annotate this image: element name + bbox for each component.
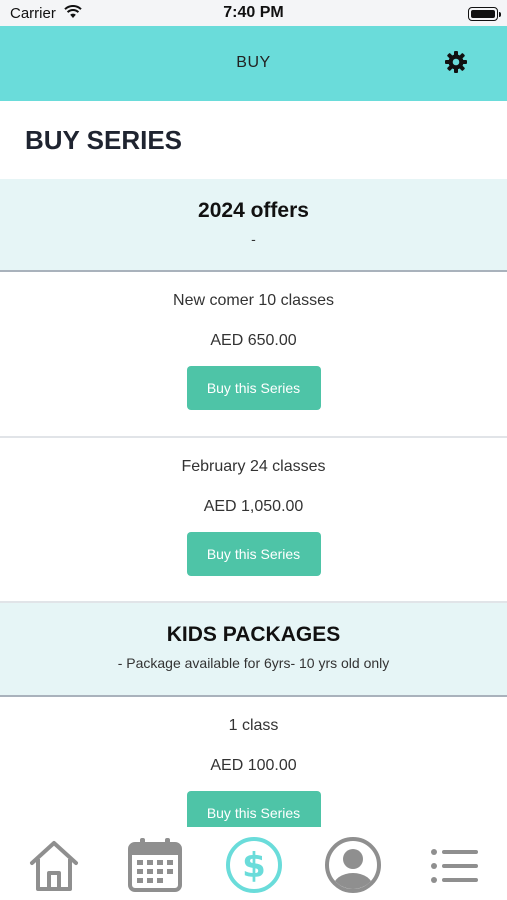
status-bar: Carrier 7:40 PM xyxy=(0,0,507,26)
home-icon[interactable] xyxy=(24,835,84,895)
package-price: AED 100.00 xyxy=(210,757,297,774)
package-name: New comer 10 classes xyxy=(173,292,334,309)
package-item: New comer 10 classes AED 650.00 Buy this… xyxy=(0,272,507,438)
package-price: AED 650.00 xyxy=(210,332,297,349)
section-title: 2024 offers xyxy=(198,199,309,222)
status-time: 7:40 PM xyxy=(223,4,284,21)
package-price: AED 1,050.00 xyxy=(203,498,304,515)
buy-series-button[interactable]: Buy this Series xyxy=(186,791,321,827)
package-name: February 24 classes xyxy=(181,458,326,475)
tab-bar: $ xyxy=(0,827,507,900)
section-header-offers: 2024 offers - xyxy=(0,179,507,272)
section-header-kids: KIDS PACKAGES - Package available for 6y… xyxy=(0,603,507,697)
section-description: - Package available for 6yrs- 10 yrs old… xyxy=(117,655,390,671)
package-item: February 24 classes AED 1,050.00 Buy thi… xyxy=(0,438,507,603)
package-name: 1 class xyxy=(228,717,279,734)
dollar-icon[interactable]: $ xyxy=(224,835,284,895)
section-title: KIDS PACKAGES xyxy=(166,623,341,646)
svg-text:$: $ xyxy=(242,846,266,886)
profile-icon[interactable] xyxy=(323,835,383,895)
buy-series-content[interactable]: BUY SERIES 2024 offers - New comer 10 cl… xyxy=(0,101,507,827)
page-title: BUY SERIES xyxy=(25,125,183,155)
buy-series-button[interactable]: Buy this Series xyxy=(186,532,321,576)
package-item: 1 class AED 100.00 Buy this Series xyxy=(0,697,507,827)
battery-icon xyxy=(468,7,501,21)
top-header: BUY xyxy=(0,26,507,101)
buy-series-button[interactable]: Buy this Series xyxy=(186,366,321,410)
calendar-icon[interactable] xyxy=(125,835,185,895)
section-description: - xyxy=(251,231,256,247)
menu-icon[interactable] xyxy=(424,835,484,895)
gear-icon[interactable] xyxy=(444,50,468,74)
header-title: BUY xyxy=(236,54,271,71)
